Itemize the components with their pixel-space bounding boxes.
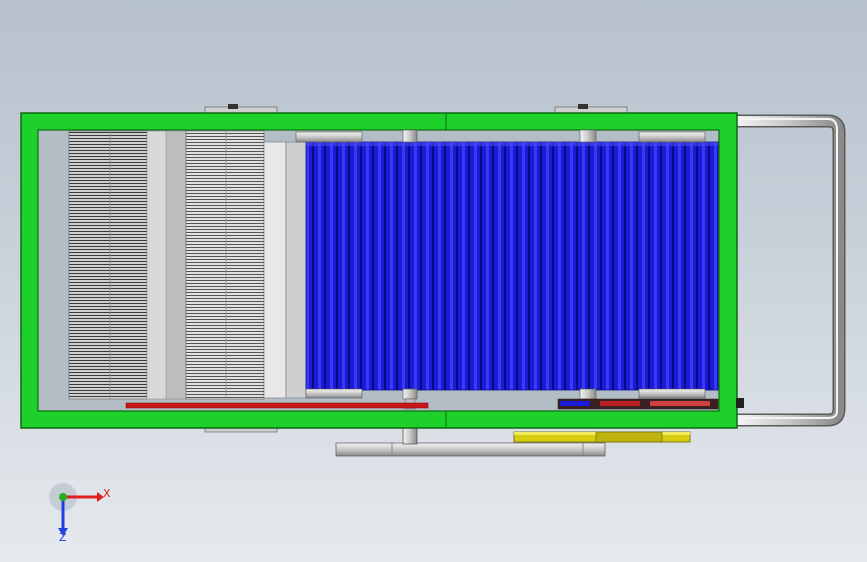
cad-viewport[interactable] bbox=[0, 0, 867, 562]
comb-roller bbox=[68, 130, 265, 400]
axis-x-label: X bbox=[103, 487, 111, 500]
gear-plate bbox=[513, 431, 691, 443]
guard-plate bbox=[263, 141, 307, 399]
axis-z-label: Z bbox=[59, 531, 67, 544]
gear-train bbox=[557, 398, 744, 410]
brush-roller bbox=[305, 141, 719, 391]
axis-triad bbox=[49, 483, 104, 536]
handle bbox=[729, 114, 846, 427]
belt bbox=[125, 402, 429, 409]
